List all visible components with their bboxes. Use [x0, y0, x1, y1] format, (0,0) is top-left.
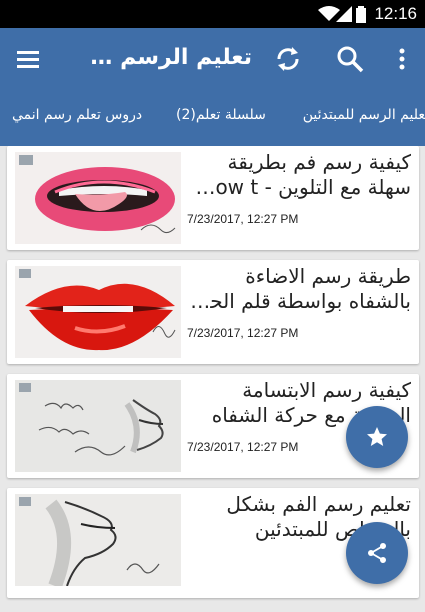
tab-beginners[interactable]: تعليم الرسم للمبتدئين: [303, 107, 425, 123]
video-date: 7/23/2017, 12:27 PM: [187, 326, 299, 340]
video-thumbnail: [15, 266, 181, 358]
clock: 12:16: [374, 4, 417, 23]
video-thumbnail: [15, 380, 181, 472]
tab-series-2[interactable]: سلسلة تعلم(2): [176, 107, 266, 123]
tab-anime-lessons[interactable]: دروس تعلم رسم انمي: [12, 107, 142, 123]
status-bar: 12:16: [0, 0, 425, 28]
video-title: طريقة رسم الاضاءة بالشفاه بواسطة قلم الح…: [185, 264, 411, 313]
signal-icon: [336, 6, 352, 22]
battery-icon: [356, 6, 366, 23]
video-date: 7/23/2017, 12:27 PM: [187, 440, 299, 454]
video-thumbnail: [15, 494, 181, 586]
star-icon: [367, 427, 387, 446]
search-icon[interactable]: [334, 43, 366, 75]
list-item[interactable]: كيفية رسم فم بطريقة سهلة مع التلوين - Ho…: [7, 146, 419, 250]
more-vert-icon[interactable]: [386, 43, 418, 75]
share-fab[interactable]: [346, 522, 408, 584]
list-item[interactable]: طريقة رسم الاضاءة بالشفاه بواسطة قلم الح…: [7, 260, 419, 364]
video-title: كيفية رسم فم بطريقة سهلة مع التلوين - Ho…: [185, 150, 411, 199]
share-icon: [368, 543, 386, 563]
video-thumbnail: [15, 152, 181, 244]
refresh-icon[interactable]: [272, 43, 304, 75]
app-bar: تعليم الرسم خط...: [0, 28, 425, 90]
app-title: تعليم الرسم خط...: [86, 45, 252, 70]
favorite-fab[interactable]: [346, 406, 408, 468]
tab-bar: تعليم الرسم للمبتدئين سلسلة تعلم(2) دروس…: [0, 90, 425, 146]
hamburger-menu-icon[interactable]: [14, 46, 44, 72]
video-date: 7/23/2017, 12:27 PM: [187, 212, 299, 226]
